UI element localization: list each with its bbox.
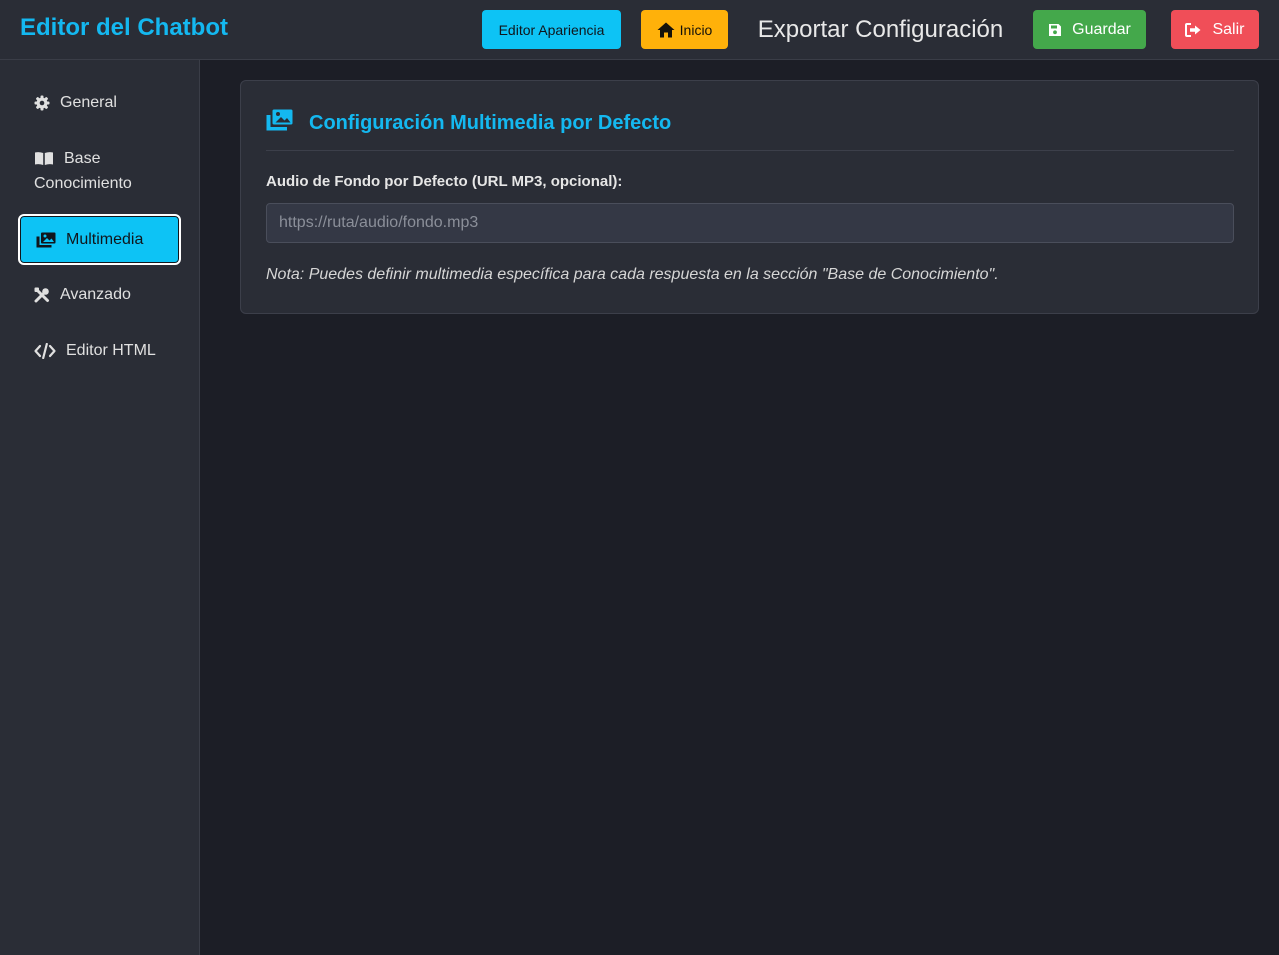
background-audio-url-input[interactable] xyxy=(266,203,1234,243)
images-icon xyxy=(266,109,293,136)
card-header: Configuración Multimedia por Defecto xyxy=(266,109,1234,151)
sidebar-item-advanced[interactable]: Avanzado xyxy=(18,282,181,307)
images-icon xyxy=(36,232,56,248)
home-icon xyxy=(657,22,675,38)
export-config-button[interactable]: Exportar Configuración xyxy=(748,10,1013,49)
audio-field-label: Audio de Fondo por Defecto (URL MP3, opc… xyxy=(266,173,623,190)
sidebar-item-html-editor[interactable]: Editor HTML xyxy=(18,338,181,363)
export-config-label: Exportar Configuración xyxy=(757,15,1004,43)
top-bar: Editor del Chatbot Editor Apariencia Ini… xyxy=(0,0,1279,60)
save-label: Guardar xyxy=(1072,20,1131,38)
appearance-editor-button[interactable]: Editor Apariencia xyxy=(482,10,621,49)
sidebar-item-multimedia[interactable]: Multimedia xyxy=(18,214,181,265)
book-icon xyxy=(34,151,54,166)
appearance-editor-label: Editor Apariencia xyxy=(498,21,605,38)
app-title: Editor del Chatbot xyxy=(20,14,228,41)
sidebar-item-label: Editor HTML xyxy=(66,342,156,359)
sidebar: General Base Conocimiento Multimedia Ava… xyxy=(0,60,200,955)
home-label: Inicio xyxy=(679,21,713,38)
home-button[interactable]: Inicio xyxy=(641,10,728,49)
multimedia-note: Nota: Puedes definir multimedia específi… xyxy=(266,266,999,283)
sidebar-item-knowledge-base[interactable]: Base Conocimiento xyxy=(18,146,181,196)
code-icon xyxy=(34,342,56,359)
floppy-disk-icon xyxy=(1048,23,1062,37)
gear-icon xyxy=(34,95,50,111)
multimedia-settings-card: Configuración Multimedia por Defecto Aud… xyxy=(240,80,1259,314)
exit-button[interactable]: Salir xyxy=(1171,10,1259,49)
sidebar-item-general[interactable]: General xyxy=(18,90,181,115)
sidebar-item-label: Avanzado xyxy=(60,286,131,303)
save-button[interactable]: Guardar xyxy=(1033,10,1146,49)
sign-out-icon xyxy=(1185,22,1202,37)
section-title: Configuración Multimedia por Defecto xyxy=(309,112,672,134)
sidebar-item-label: Multimedia xyxy=(66,231,144,248)
sidebar-item-label: General xyxy=(60,94,117,111)
tools-icon xyxy=(34,287,50,303)
exit-label: Salir xyxy=(1212,20,1245,38)
